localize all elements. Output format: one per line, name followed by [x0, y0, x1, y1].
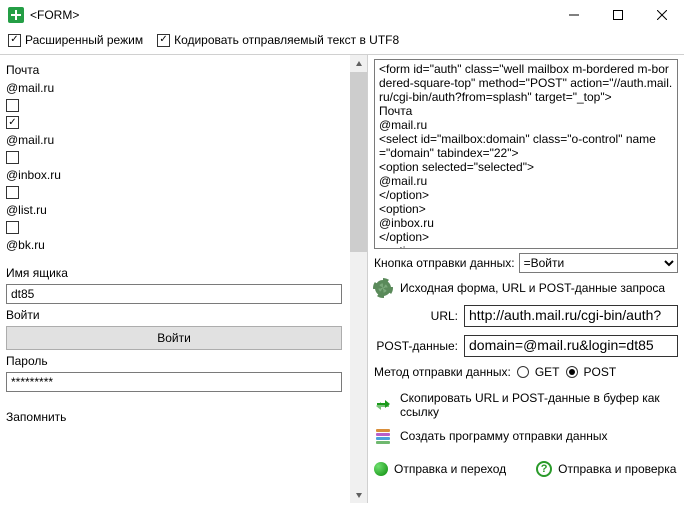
domain-label: @inbox.ru: [6, 168, 344, 182]
login-button[interactable]: Войти: [6, 326, 342, 350]
scroll-up-icon[interactable]: [350, 55, 367, 72]
domain-check-1[interactable]: [6, 99, 19, 112]
app-icon: [8, 7, 24, 23]
method-label: Метод отправки данных:: [374, 365, 511, 379]
post-label: POST-данные:: [374, 339, 458, 353]
titlebar: <FORM>: [0, 0, 684, 30]
domain-check-4[interactable]: [6, 186, 19, 199]
checkbox-icon: [8, 34, 21, 47]
utf8-encode-check[interactable]: Кодировать отправляемый текст в UTF8: [157, 33, 399, 47]
remember-label: Запомнить: [6, 410, 344, 424]
copy-link-action[interactable]: Скопировать URL и POST-данные в буфер ка…: [374, 391, 678, 419]
login-input[interactable]: [6, 284, 342, 304]
password-input[interactable]: [6, 372, 342, 392]
window-title: <FORM>: [30, 8, 552, 22]
submit-button-select[interactable]: =Войти: [519, 253, 678, 273]
minimize-button[interactable]: [552, 0, 596, 30]
domain-check-5[interactable]: [6, 221, 19, 234]
submit-button-label: Кнопка отправки данных:: [374, 256, 515, 270]
gear-icon: [374, 279, 392, 297]
green-dot-icon: [374, 462, 388, 476]
close-button[interactable]: [640, 0, 684, 30]
domain-label: @mail.ru: [6, 133, 344, 147]
create-program-action[interactable]: Создать программу отправки данных: [374, 427, 678, 445]
url-value[interactable]: http://auth.mail.ru/cgi-bin/auth?: [464, 305, 678, 327]
left-panel: Почта @mail.ru @mail.ru @inbox.ru @list.…: [0, 55, 368, 503]
maximize-button[interactable]: [596, 0, 640, 30]
domain-label: @list.ru: [6, 203, 344, 217]
url-label: URL:: [374, 309, 458, 323]
method-get-radio[interactable]: [517, 366, 529, 378]
password-label: Пароль: [6, 354, 344, 368]
scroll-thumb[interactable]: [350, 72, 367, 252]
domain-label: @bk.ru: [6, 238, 344, 252]
send-and-check[interactable]: ? Отправка и проверка: [536, 461, 676, 477]
left-scrollbar[interactable]: [350, 55, 367, 503]
send-and-go[interactable]: Отправка и переход: [374, 462, 506, 476]
stack-icon: [374, 427, 392, 445]
login-label: Имя ящика: [6, 266, 344, 280]
enter-label: Войти: [6, 308, 344, 322]
extended-mode-check[interactable]: Расширенный режим: [8, 33, 143, 47]
domain-check-2[interactable]: [6, 116, 19, 129]
options-bar: Расширенный режим Кодировать отправляемы…: [0, 30, 684, 54]
domain-check-3[interactable]: [6, 151, 19, 164]
checkbox-icon: [157, 34, 170, 47]
html-source-view[interactable]: <form id="auth" class="well mailbox m-bo…: [374, 59, 678, 249]
mail-header: Почта: [6, 63, 344, 77]
question-icon: ?: [536, 461, 552, 477]
scroll-down-icon[interactable]: [350, 486, 367, 503]
post-value[interactable]: domain=@mail.ru&login=dt85: [464, 335, 678, 357]
source-caption: Исходная форма, URL и POST-данные запрос…: [400, 281, 665, 295]
right-panel: <form id="auth" class="well mailbox m-bo…: [368, 55, 684, 503]
domain-label: @mail.ru: [6, 81, 344, 95]
method-post-radio[interactable]: [566, 366, 578, 378]
link-arrows-icon: [374, 396, 392, 414]
